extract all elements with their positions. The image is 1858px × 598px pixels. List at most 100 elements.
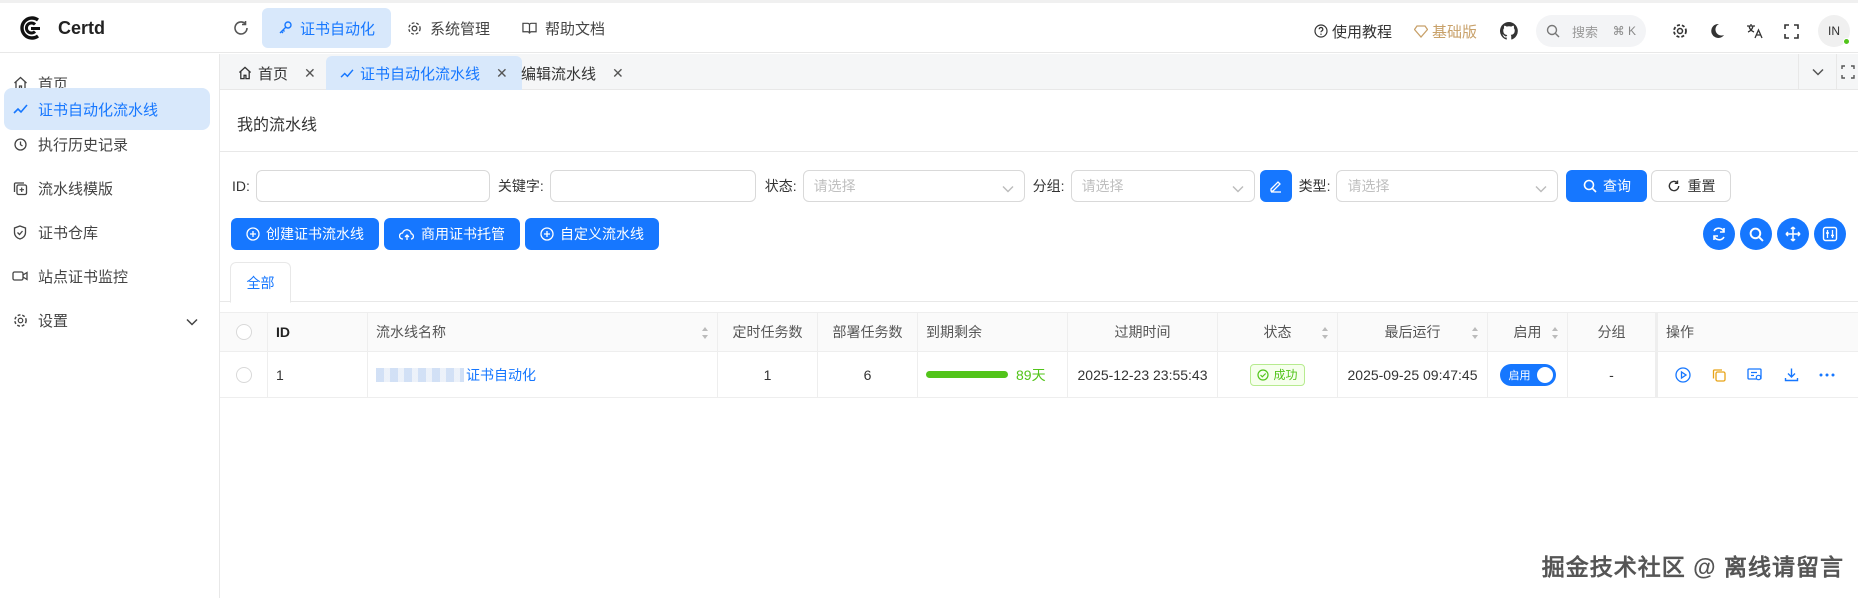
translate-icon[interactable]	[1744, 21, 1764, 41]
tab-all-label: 全部	[246, 274, 275, 291]
column-settings-button[interactable]	[1814, 218, 1846, 250]
nav-system-admin[interactable]: 系统管理	[391, 8, 506, 48]
check-circle-icon	[1257, 368, 1270, 381]
select-all-checkbox-cell	[220, 313, 268, 351]
group-tabs: 全部	[220, 262, 1858, 303]
tabs-maximize-icon[interactable]	[1836, 54, 1858, 90]
id-label: ID:	[232, 178, 250, 194]
pipeline-name-link[interactable]: 证书自动化	[466, 365, 536, 385]
edit-group-button[interactable]	[1259, 170, 1292, 202]
status-badge[interactable]: 成功	[1250, 363, 1305, 386]
type-placeholder: 请选择	[1347, 178, 1390, 194]
search-input[interactable]: 搜索 ⌘ K	[1536, 15, 1646, 47]
close-icon[interactable]: ✕	[304, 65, 316, 82]
query-button[interactable]: 查询	[1566, 170, 1648, 202]
app-header: Certd 证书自动化 系统管理 帮助文档 使用教程 基础版 搜索 ⌘ K IN	[0, 3, 1858, 53]
header-enabled[interactable]: 启用	[1488, 313, 1568, 351]
home-icon	[238, 66, 252, 80]
cell-name[interactable]: 证书自动化	[368, 352, 718, 397]
select-all-checkbox[interactable]	[235, 324, 252, 340]
sidebar-item-site-monitor[interactable]: 站点证书监控	[4, 255, 210, 297]
shield-icon	[12, 224, 28, 240]
keyword-input[interactable]	[549, 170, 756, 202]
github-icon[interactable]	[1499, 21, 1519, 41]
nav-label: 帮助文档	[545, 20, 606, 38]
book-icon	[522, 22, 537, 34]
nav-cert-automation[interactable]: 证书自动化	[262, 8, 392, 48]
gear-icon	[408, 21, 421, 35]
id-input[interactable]	[255, 170, 490, 202]
reload-icon	[1669, 180, 1680, 192]
settings-icon[interactable]	[1670, 21, 1690, 41]
fullscreen-icon[interactable]	[1781, 21, 1801, 41]
edition-badge[interactable]: 基础版	[1413, 21, 1477, 42]
search-placeholder: 搜索	[1572, 24, 1599, 40]
tutorial-link[interactable]: 使用教程	[1314, 21, 1392, 42]
drag-columns-button[interactable]	[1777, 218, 1809, 250]
row-checkbox[interactable]	[235, 366, 252, 383]
chevron-down-icon	[186, 313, 198, 330]
refresh-table-button[interactable]	[1703, 218, 1735, 250]
cell-ops	[1658, 352, 1858, 397]
header-last-run[interactable]: 最后运行	[1338, 313, 1488, 351]
avatar[interactable]: IN	[1818, 15, 1850, 47]
tab-label: 证书自动化流水线	[360, 65, 481, 83]
sidebar-item-cert-store[interactable]: 证书仓库	[4, 211, 210, 253]
page-title: 我的流水线	[237, 117, 318, 134]
reset-button[interactable]: 重置	[1651, 170, 1732, 202]
commercial-cert-button[interactable]: 商用证书托管	[384, 218, 520, 250]
group-select[interactable]: 请选择	[1070, 170, 1255, 202]
sort-icon	[1322, 327, 1328, 339]
filter-form: ID: 关键字: 状态: 请选择 分组: 请选择 类型: 请选择 查询 重置	[232, 170, 1732, 202]
key-icon	[279, 21, 292, 34]
diamond-icon	[1413, 24, 1428, 38]
top-nav: 证书自动化 系统管理 帮助文档	[262, 8, 621, 48]
remaining-days: 89天	[1016, 366, 1046, 383]
nav-label: 证书自动化	[300, 20, 376, 38]
sort-icon	[1552, 327, 1558, 339]
more-icon[interactable]	[1818, 366, 1836, 384]
header-deploy-tasks: 部署任务数	[818, 313, 918, 351]
create-pipeline-button[interactable]: 创建证书流水线	[231, 218, 379, 250]
tab-pipelines[interactable]: 证书自动化流水线 ✕	[326, 56, 522, 90]
nav-help-docs[interactable]: 帮助文档	[506, 8, 621, 48]
sidebar-item-settings[interactable]: 设置	[4, 299, 210, 341]
toggle-search-button[interactable]	[1740, 218, 1772, 250]
type-select[interactable]: 请选择	[1336, 170, 1559, 202]
custom-pipeline-button[interactable]: 自定义流水线	[525, 218, 659, 250]
config-icon[interactable]	[1746, 366, 1764, 384]
header-name[interactable]: 流水线名称	[368, 313, 718, 351]
dark-mode-icon[interactable]	[1707, 21, 1727, 41]
tab-all[interactable]: 全部	[230, 262, 291, 303]
tab-edit-pipeline[interactable]: 编辑流水线 ✕	[507, 56, 638, 90]
logo[interactable]: Certd	[18, 15, 105, 41]
sidebar-item-templates[interactable]: 流水线模版	[4, 167, 210, 209]
cell-deploy-tasks: 6	[818, 352, 918, 397]
header-status[interactable]: 状态	[1218, 313, 1338, 351]
group-label: 分组:	[1032, 178, 1065, 194]
status-select[interactable]: 请选择	[802, 170, 1025, 202]
enabled-toggle[interactable]: 启用	[1499, 363, 1556, 386]
chevron-down-icon	[1232, 180, 1244, 196]
sidebar-item-label: 流水线模版	[38, 180, 114, 198]
tabs-dropdown-icon[interactable]	[1798, 54, 1836, 90]
type-label: 类型:	[1298, 178, 1331, 194]
refresh-icon[interactable]	[232, 19, 252, 39]
close-icon[interactable]: ✕	[496, 65, 508, 82]
template-icon	[12, 180, 28, 196]
app-name: Certd	[58, 17, 106, 38]
header-right: 使用教程 基础版 搜索 ⌘ K IN	[1314, 6, 1858, 56]
copy-icon[interactable]	[1710, 366, 1728, 384]
close-icon[interactable]: ✕	[612, 65, 624, 82]
move-icon	[1785, 226, 1801, 242]
redacted-text	[376, 367, 464, 382]
run-icon[interactable]	[1674, 366, 1692, 384]
gear-icon	[12, 312, 28, 328]
chevron-down-icon	[1002, 180, 1014, 196]
sidebar-item-label: 站点证书监控	[38, 268, 129, 286]
download-icon[interactable]	[1782, 366, 1800, 384]
sliders-icon	[1822, 226, 1838, 242]
tab-home[interactable]: 首页 ✕	[224, 56, 330, 90]
sidebar-item-history[interactable]: 执行历史记录	[4, 123, 210, 165]
sidebar-item-label: 执行历史记录	[38, 136, 129, 154]
